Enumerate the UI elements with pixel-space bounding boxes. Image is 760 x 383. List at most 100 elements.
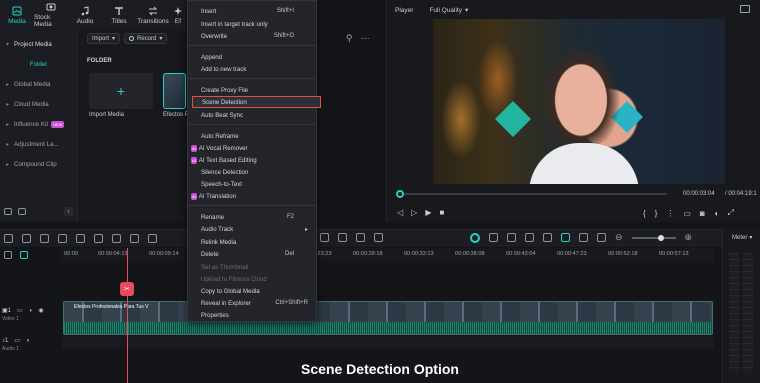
zoom-slider[interactable] (631, 234, 676, 241)
link-icon[interactable] (20, 251, 28, 259)
chevron-down-icon: ▾ (112, 36, 116, 42)
camera-icon[interactable]: ◙ (700, 209, 705, 218)
video-clip[interactable]: Efectos Profesionales Para Tus V (63, 301, 713, 335)
sidebar-item-influence-kit[interactable]: ▸ Influence Kit NEW (0, 114, 77, 134)
media-thumbnail[interactable] (163, 73, 186, 109)
sidebar-item-global-media[interactable]: ▸ Global Media (0, 74, 77, 94)
presenter-face (541, 45, 621, 145)
new-folder-icon[interactable] (4, 208, 12, 215)
menu-item-scene-detection[interactable]: Scene Detection (192, 96, 321, 108)
menu-item-auto-beat-sync[interactable]: Auto Beat Sync (188, 109, 316, 121)
layout-icon[interactable] (4, 234, 13, 243)
playhead-split-button[interactable]: ✂ (120, 282, 134, 296)
menu-item-create-proxy[interactable]: Create Proxy File (188, 84, 316, 96)
folder-icon[interactable]: ▭ (17, 307, 23, 314)
color-icon[interactable] (356, 233, 365, 242)
zoom-slider-handle[interactable] (657, 234, 664, 241)
sidebar-item-cloud-media[interactable]: ▸ Cloud Media (0, 94, 77, 114)
tab-stock-media[interactable]: Stock Media (34, 0, 68, 30)
split-icon[interactable] (94, 234, 103, 243)
collapse-panel-button[interactable]: ‹ (64, 207, 73, 216)
tab-transitions[interactable]: Transitions (136, 0, 170, 30)
folder-icon[interactable]: ▭ (14, 337, 20, 344)
fullscreen-icon[interactable]: ⤢ (728, 208, 734, 218)
undo-icon[interactable] (40, 234, 49, 243)
volume-icon[interactable]: ◖ (26, 338, 30, 344)
tab-titles[interactable]: Titles (102, 0, 136, 30)
menu-item-insert-target-track[interactable]: Insert in target track only (188, 18, 316, 30)
mark-out-icon[interactable]: } (655, 209, 658, 218)
pip-icon[interactable] (579, 233, 588, 242)
speed-icon[interactable] (338, 233, 347, 242)
menu-item-add-new-track[interactable]: Add to new track (188, 63, 316, 75)
tab-audio-label: Audio (76, 17, 94, 25)
tab-effects[interactable]: Ef (170, 0, 186, 30)
import-button[interactable]: Import ▾ (87, 33, 121, 44)
microphone-icon[interactable] (525, 233, 534, 242)
delete-icon[interactable] (76, 234, 85, 243)
crop-icon[interactable] (112, 234, 121, 243)
mark-in-icon[interactable]: { (643, 209, 646, 218)
add-track-icon[interactable] (4, 251, 12, 259)
fit-icon[interactable] (597, 233, 606, 242)
more-icon[interactable]: ⋮ (666, 209, 674, 218)
volume-icon[interactable]: ◖ (714, 209, 719, 218)
menu-item-copy-to-global-media[interactable]: Copy to Global Media (188, 285, 316, 297)
zoom-out-icon[interactable]: ⊖ (615, 232, 623, 243)
menu-item-silence-detection[interactable]: Silence Detection (188, 166, 316, 178)
play-icon[interactable]: ▶ (425, 208, 431, 217)
menu-item-overwrite[interactable]: Overwrite Shift+O (188, 30, 316, 42)
previous-frame-icon[interactable]: ◁ (397, 208, 403, 217)
folder-icon[interactable] (18, 208, 26, 215)
keyframe-icon[interactable] (320, 233, 329, 242)
eye-icon[interactable]: ◉ (38, 307, 43, 314)
select-tool-icon[interactable] (22, 234, 31, 243)
menu-item-append[interactable]: Append (188, 51, 316, 63)
import-media-tile[interactable]: + (89, 73, 153, 109)
quality-select[interactable]: Full Quality ▾ (429, 6, 468, 15)
display-icon[interactable]: ▭ (683, 209, 691, 218)
tab-media[interactable]: Media (0, 0, 34, 30)
menu-item-reveal-in-explorer[interactable]: Reveal in Explorer Ctrl+Shift+R (188, 297, 316, 309)
more-tools-icon[interactable] (148, 234, 157, 243)
stabilize-icon[interactable] (374, 233, 383, 242)
render-icon[interactable] (470, 232, 480, 243)
zoom-in-icon[interactable]: ⊕ (685, 232, 693, 243)
auto-ripple-icon[interactable] (561, 233, 570, 242)
snapshot-icon[interactable] (740, 5, 750, 13)
menu-item-speech-to-text[interactable]: Speech-to-Text (188, 178, 316, 190)
volume-icon[interactable]: ◖ (29, 308, 33, 314)
menu-item-ai-translation[interactable]: AI AI Translation (188, 190, 316, 202)
stop-icon[interactable]: ■ (439, 208, 444, 217)
menu-item-relink-media[interactable]: Relink Media (188, 236, 316, 248)
chevron-down-icon: ▾ (749, 235, 753, 241)
progress-track[interactable] (397, 193, 667, 195)
menu-item-ai-vocal-remover[interactable]: AI AI Vocal Remover (188, 142, 316, 154)
record-button[interactable]: Record ▾ (124, 33, 168, 44)
menu-item-rename[interactable]: Rename F2 (188, 211, 316, 223)
player-panel: Player Full Quality ▾ 00:00:03:04 / 00:0… (386, 0, 760, 222)
menu-item-insert[interactable]: Insert Shift+I (188, 5, 316, 17)
context-menu: Insert Shift+I Insert in target track onl… (187, 0, 321, 322)
menu-item-auto-reframe[interactable]: Auto Reframe (188, 130, 316, 142)
sidebar-item-project-media[interactable]: ▾ Project Media (0, 34, 77, 54)
filter-icon[interactable]: ⚲ (346, 33, 353, 44)
video-preview[interactable] (433, 19, 725, 184)
timeline-ruler[interactable]: 00:00 00:00:04:19 00:00:09:14 00:00:23:2… (60, 248, 714, 262)
marker-icon[interactable] (543, 233, 552, 242)
shield-icon[interactable] (507, 233, 516, 242)
step-back-icon[interactable]: ▷ (411, 208, 417, 217)
sidebar-item-folder[interactable]: Folder (0, 54, 77, 74)
snap-icon[interactable] (489, 233, 498, 242)
tab-audio[interactable]: Audio (68, 0, 102, 30)
progress-handle[interactable] (396, 190, 404, 198)
redo-icon[interactable] (58, 234, 67, 243)
sidebar-item-adjustment-layer[interactable]: ▸ Adjustment La... (0, 134, 77, 154)
more-icon[interactable]: ⋯ (361, 33, 370, 44)
menu-item-ai-text-based-editing[interactable]: AI AI Text Based Editing (188, 154, 316, 166)
menu-item-properties[interactable]: Properties (188, 309, 316, 321)
text-icon[interactable] (130, 234, 139, 243)
menu-item-delete[interactable]: Delete Del (188, 248, 316, 260)
sidebar-item-compound-clip[interactable]: ▸ Compound Clip (0, 154, 77, 174)
menu-item-audio-track[interactable]: Audio Track ▸ (188, 223, 316, 235)
